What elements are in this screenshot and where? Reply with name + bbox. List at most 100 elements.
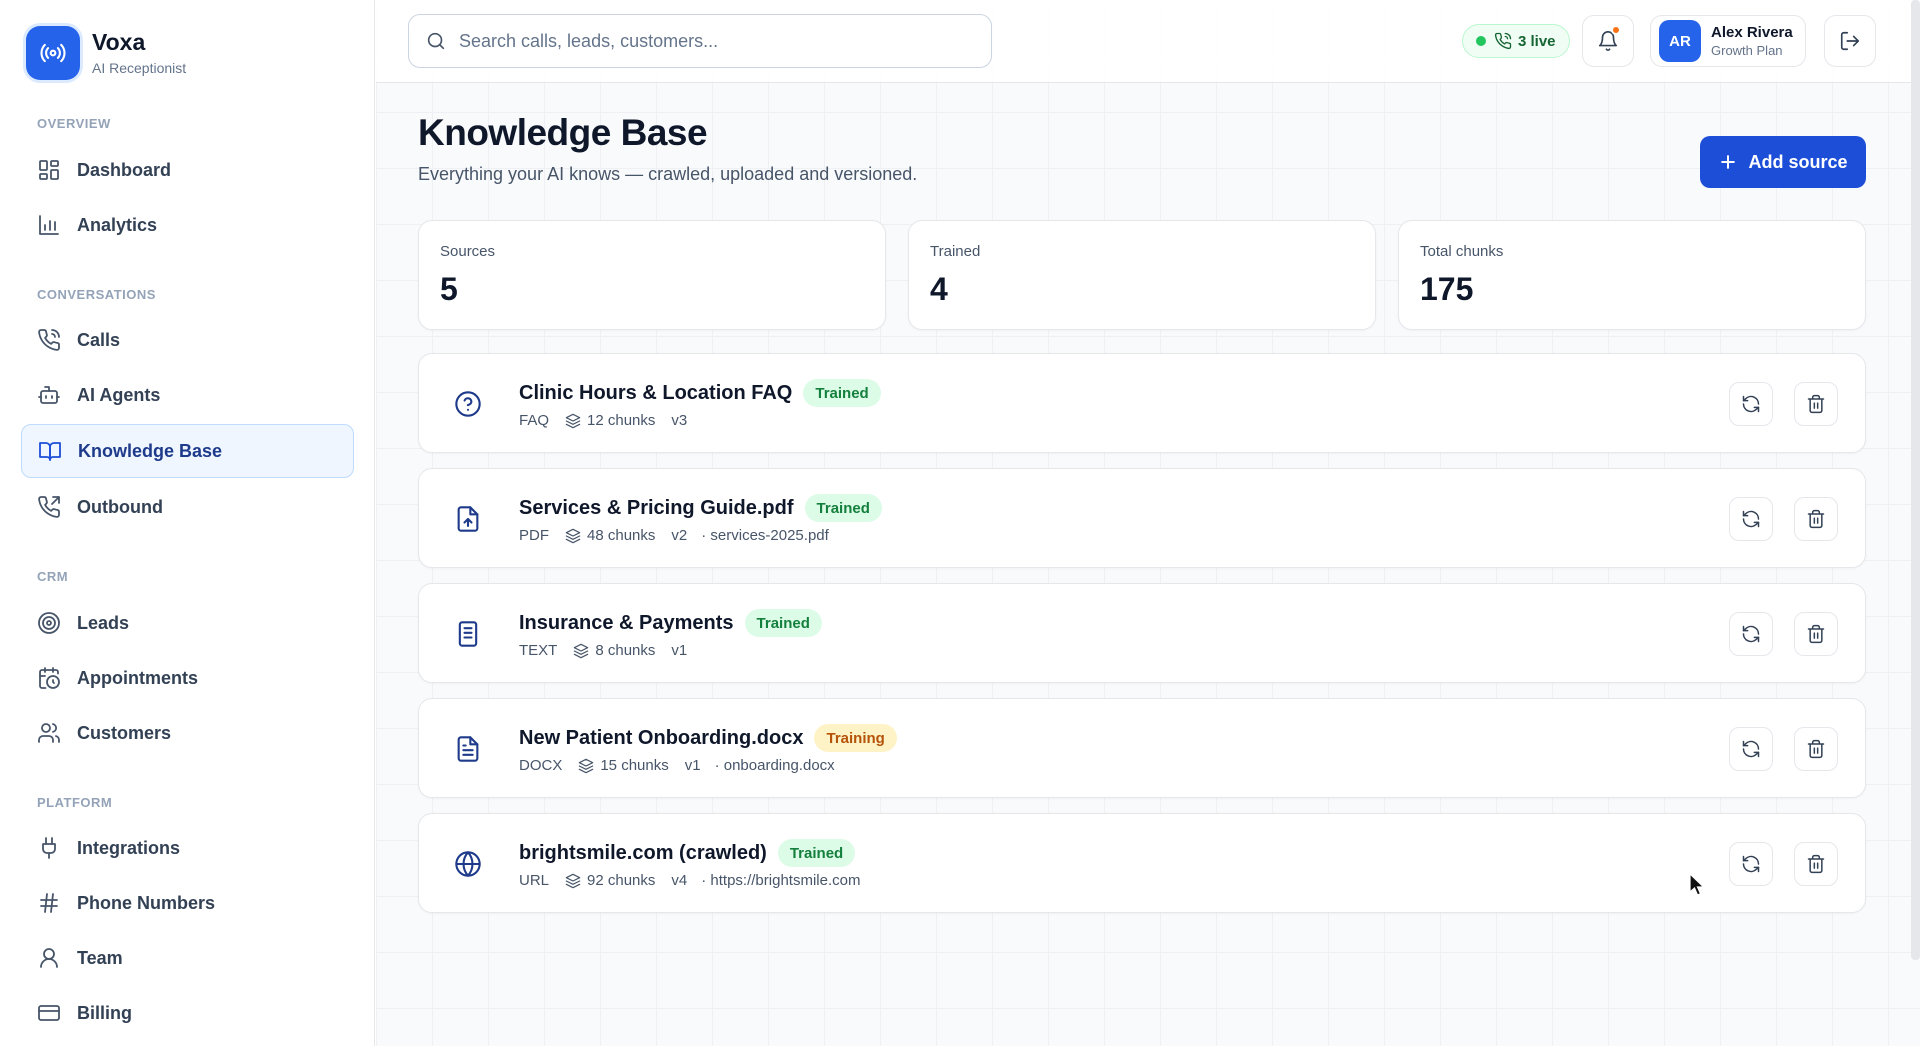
source-name: Services & Pricing Guide.pdf [519, 496, 794, 519]
sidebar-item-label: Calls [77, 329, 121, 350]
add-source-button[interactable]: Add source [1700, 136, 1866, 188]
source-type: TEXT [519, 642, 558, 659]
phone-icon [1494, 32, 1512, 50]
status-badge: Trained [803, 379, 881, 407]
source-chunks: 92 chunks [587, 872, 656, 889]
search-icon [427, 32, 445, 50]
source-card[interactable]: Insurance & Payments Trained TEXT 8 chun… [418, 583, 1866, 683]
calendar-clock-icon [39, 667, 60, 689]
main-content: 3 live AR Alex Rivera Growth Plan Knowle… [376, 0, 1920, 1046]
phone-outgoing-icon [38, 496, 60, 518]
source-card[interactable]: Clinic Hours & Location FAQ Trained FAQ … [418, 353, 1866, 453]
delete-button[interactable] [1794, 382, 1838, 426]
stat-label: Trained [930, 243, 981, 260]
brand-name: Voxa [92, 29, 146, 56]
trash-icon [1807, 394, 1825, 414]
nav-section-conversations: CONVERSATIONS [37, 287, 156, 302]
target-icon [38, 612, 60, 634]
nav-section-crm: CRM [37, 569, 69, 584]
retrain-button[interactable] [1729, 497, 1773, 541]
sidebar-item-dashboard[interactable]: Dashboard [21, 143, 354, 197]
sidebar-item-label: Phone Numbers [77, 892, 216, 913]
bot-icon [38, 386, 60, 404]
search-input[interactable] [459, 30, 979, 52]
source-card[interactable]: Services & Pricing Guide.pdf Trained PDF… [418, 468, 1866, 568]
sidebar-item-appointments[interactable]: Appointments [21, 651, 354, 705]
sidebar-item-outbound[interactable]: Outbound [21, 480, 354, 534]
stat-card-sources: Sources 5 [418, 220, 886, 330]
stat-label: Sources [440, 243, 496, 260]
user-menu[interactable]: AR Alex Rivera Growth Plan [1650, 15, 1806, 67]
avatar: AR [1659, 20, 1701, 62]
layers-icon [574, 643, 589, 658]
refresh-icon [1742, 510, 1760, 528]
sidebar-item-label: Outbound [77, 496, 163, 517]
delete-button[interactable] [1794, 612, 1838, 656]
sidebar-item-billing[interactable]: Billing [21, 986, 354, 1040]
source-type: URL [519, 872, 550, 889]
delete-button[interactable] [1794, 497, 1838, 541]
sidebar-item-leads[interactable]: Leads [21, 596, 354, 650]
source-file: · onboarding.docx [714, 757, 835, 774]
sidebar-item-team[interactable]: Team [21, 931, 354, 985]
dashboard-icon [39, 160, 59, 180]
stat-value: 175 [1420, 271, 1474, 307]
layers-icon [579, 758, 594, 773]
user-name: Alex Rivera [1711, 24, 1793, 41]
sidebar-item-label: Integrations [77, 837, 181, 858]
add-source-label: Add source [1748, 151, 1848, 172]
search-box[interactable] [408, 14, 992, 68]
live-dot-icon [1476, 36, 1486, 46]
live-calls-indicator[interactable]: 3 live [1462, 24, 1570, 58]
nav-section-overview: OVERVIEW [37, 116, 111, 131]
brand[interactable]: Voxa AI Receptionist [26, 26, 186, 80]
retrain-button[interactable] [1729, 382, 1773, 426]
stat-value: 4 [930, 271, 948, 307]
sidebar-item-label: Billing [77, 1002, 132, 1023]
retrain-button[interactable] [1729, 727, 1773, 771]
sidebar-item-calls[interactable]: Calls [21, 313, 354, 367]
plus-icon [1721, 155, 1736, 169]
notifications-button[interactable] [1582, 15, 1634, 67]
delete-button[interactable] [1794, 727, 1838, 771]
sidebar-item-analytics[interactable]: Analytics [21, 198, 354, 252]
delete-button[interactable] [1794, 842, 1838, 886]
source-version: v1 [671, 642, 688, 659]
sidebar-item-phone-numbers[interactable]: Phone Numbers [21, 876, 354, 930]
source-type: DOCX [519, 757, 563, 774]
retrain-button[interactable] [1729, 612, 1773, 656]
user-plan: Growth Plan [1711, 43, 1783, 58]
sidebar-item-label: Leads [77, 612, 130, 633]
sidebar-item-label: AI Agents [77, 384, 161, 405]
source-file: · https://brightsmile.com [701, 872, 861, 889]
sidebar-item-label: Appointments [77, 667, 198, 688]
sidebar-item-label: Dashboard [77, 159, 172, 180]
hash-icon [40, 893, 58, 913]
file-upload-icon [457, 506, 479, 532]
logout-button[interactable] [1824, 15, 1876, 67]
text-document-icon [458, 621, 478, 647]
scrollbar[interactable] [1911, 0, 1920, 960]
live-count: 3 live [1518, 32, 1556, 50]
retrain-button[interactable] [1729, 842, 1773, 886]
notification-dot-icon [1611, 25, 1621, 35]
book-icon [39, 442, 61, 461]
layers-icon [565, 528, 581, 543]
page-title: Knowledge Base [418, 112, 708, 153]
sidebar-item-label: Customers [77, 722, 172, 743]
source-name: brightsmile.com (crawled) [519, 841, 767, 864]
source-name: New Patient Onboarding.docx [519, 726, 804, 749]
sidebar-item-knowledge-base[interactable]: Knowledge Base [21, 424, 354, 478]
phone-icon [38, 329, 60, 351]
status-badge: Trained [744, 609, 822, 637]
sidebar-item-ai-agents[interactable]: AI Agents [21, 368, 354, 422]
sidebar-item-label: Team [77, 947, 123, 968]
source-name: Clinic Hours & Location FAQ [519, 381, 793, 404]
source-card[interactable]: New Patient Onboarding.docx Training DOC… [418, 698, 1866, 798]
source-version: v1 [684, 757, 701, 774]
sidebar-item-integrations[interactable]: Integrations [21, 821, 354, 875]
users-icon [38, 723, 60, 743]
source-card[interactable]: brightsmile.com (crawled) Trained URL 92… [418, 813, 1866, 913]
sidebar-item-customers[interactable]: Customers [21, 706, 354, 760]
source-version: v2 [671, 527, 688, 544]
